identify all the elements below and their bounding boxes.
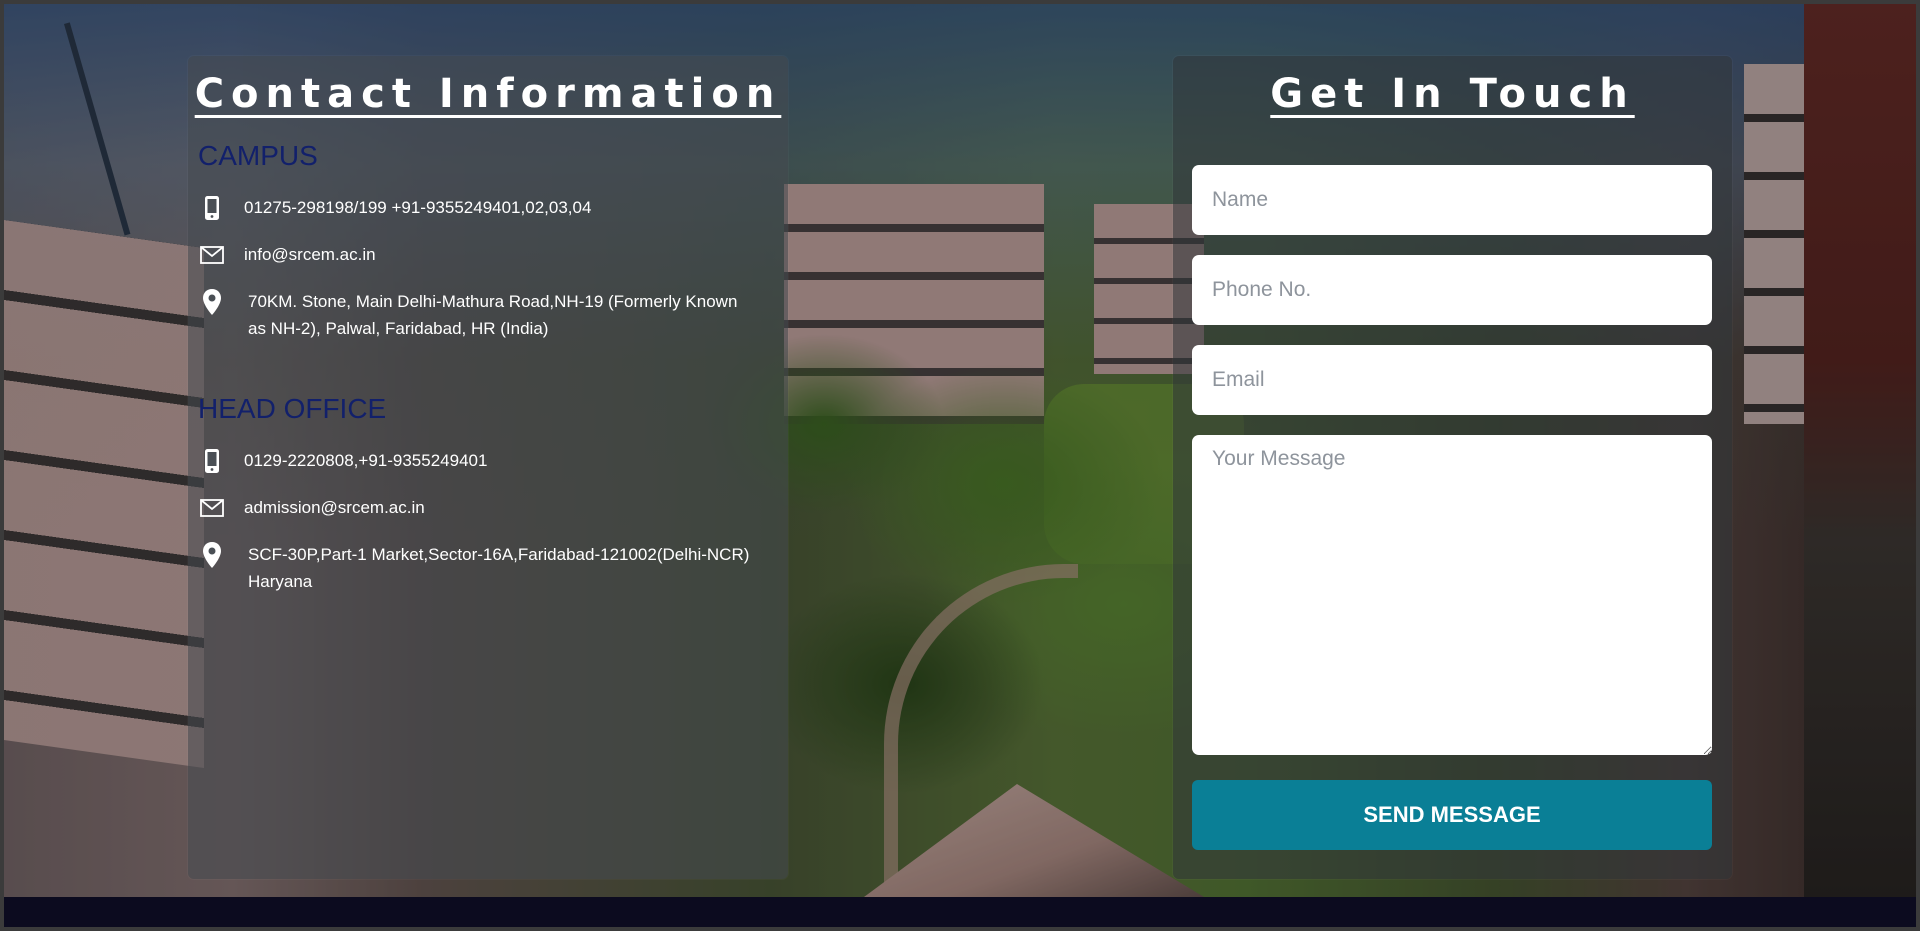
head-office-address-line1: SCF-30P,Part-1 Market,Sector-16A,Faridab…	[248, 545, 750, 564]
envelope-icon	[198, 241, 226, 268]
footer-bar	[4, 897, 1916, 927]
campus-address-row: 70KM. Stone, Main Delhi-Mathura Road,NH-…	[198, 288, 778, 342]
contact-information-title: Contact Information	[194, 71, 782, 117]
campus-phone-row: 01275-298198/199 +91-9355249401,02,03,04	[198, 194, 778, 221]
campus-email-link[interactable]: info@srcem.ac.in	[244, 241, 376, 268]
phone-input[interactable]	[1192, 255, 1712, 325]
page-frame: Contact Information CAMPUS 01275-298198/…	[4, 4, 1916, 927]
get-in-touch-title: Get In Touch	[1270, 71, 1635, 117]
campus-address-line2: as NH-2), Palwal, Faridabad, HR (India)	[248, 319, 549, 338]
head-office-email-row: admission@srcem.ac.in	[198, 494, 778, 521]
campus-email-row: info@srcem.ac.in	[198, 241, 778, 268]
map-pin-icon	[198, 288, 226, 315]
head-office-phone-row: 0129-2220808,+91-9355249401	[198, 447, 778, 474]
head-office-address-text: SCF-30P,Part-1 Market,Sector-16A,Faridab…	[248, 541, 749, 595]
head-office-address-row: SCF-30P,Part-1 Market,Sector-16A,Faridab…	[198, 541, 778, 595]
email-input[interactable]	[1192, 345, 1712, 415]
contact-form: Get In Touch SEND MESSAGE	[1173, 56, 1732, 879]
map-pin-icon	[198, 541, 226, 568]
head-office-email-link[interactable]: admission@srcem.ac.in	[244, 494, 425, 521]
head-office-heading: HEAD OFFICE	[198, 393, 387, 424]
mobile-phone-icon	[198, 447, 226, 474]
campus-address-text: 70KM. Stone, Main Delhi-Mathura Road,NH-…	[248, 288, 737, 342]
name-input[interactable]	[1192, 165, 1712, 235]
campus-phone-text: 01275-298198/199 +91-9355249401,02,03,04	[244, 198, 592, 217]
send-message-button[interactable]: SEND MESSAGE	[1192, 780, 1712, 850]
mobile-phone-icon	[198, 194, 226, 221]
contact-information-panel: Contact Information CAMPUS 01275-298198/…	[188, 56, 788, 879]
campus-heading: CAMPUS	[198, 140, 318, 171]
envelope-icon	[198, 494, 226, 521]
message-textarea[interactable]	[1192, 435, 1712, 755]
head-office-phone-text: 0129-2220808,+91-9355249401	[244, 451, 488, 470]
campus-address-line1: 70KM. Stone, Main Delhi-Mathura Road,NH-…	[248, 292, 738, 311]
head-office-address-line2: Haryana	[248, 572, 313, 591]
